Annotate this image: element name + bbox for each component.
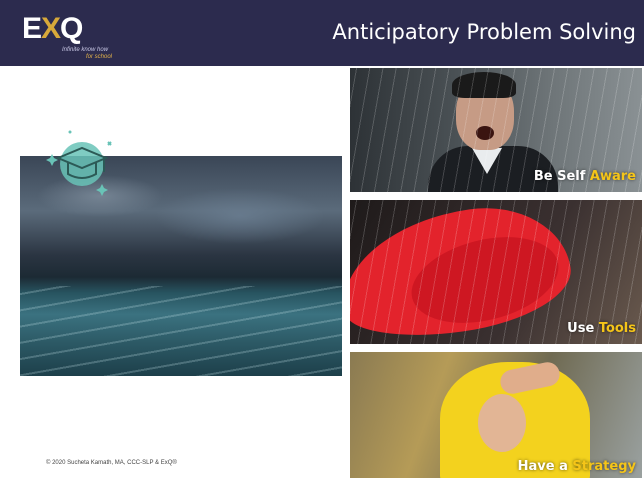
graduation-cap-icon [46, 130, 112, 196]
panel-caption-aware: Be Self Aware [533, 169, 636, 184]
slide-title: Anticipatory Problem Solving [332, 20, 636, 44]
panel-yellow-raincoat: Have a Strategy [350, 352, 642, 478]
child-face [478, 394, 526, 452]
copyright-footer: © 2020 Sucheta Kamath, MA, CCC-SLP & ExQ… [46, 460, 177, 466]
panel-caption-strategy: Have a Strategy [517, 459, 636, 474]
logo-tagline: Infinite know how [62, 47, 109, 53]
slide-header: EXQ Infinite know how for school Anticip… [0, 0, 644, 66]
waves [20, 286, 342, 376]
logo-mark: EXQ [22, 12, 83, 45]
exq-logo: EXQ Infinite know how for school [22, 12, 132, 62]
logo-tagline-school: for school [86, 54, 113, 60]
panel-crying-man: Be Self Aware [350, 68, 642, 192]
panel-caption-tools: Use Tools [567, 321, 636, 336]
panel-red-umbrella: Use Tools [350, 200, 642, 344]
